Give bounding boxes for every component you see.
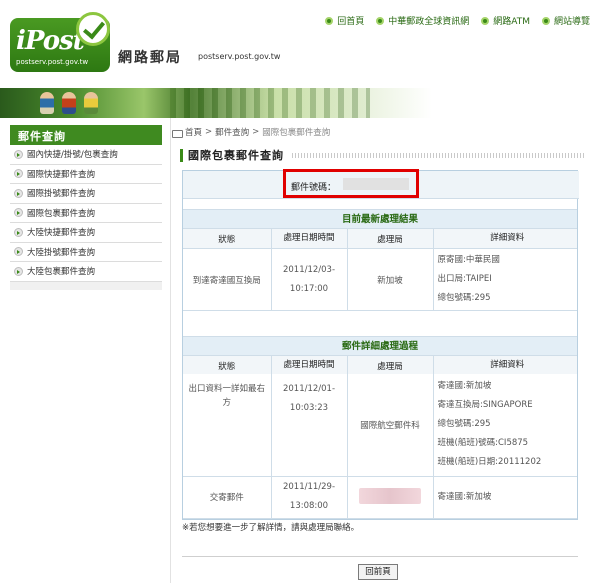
sidebar-item-domestic[interactable]: 國內快捷/掛號/包裹查詢 [10, 145, 162, 165]
arrow-icon [14, 266, 23, 276]
site-name: 網路郵局 [118, 50, 182, 66]
contact-note: ※若您想要進一步了解詳情，請與處理局聯絡。 [182, 523, 360, 533]
nav-atm-link[interactable]: 網路ATM [481, 14, 530, 27]
forest-banner [0, 88, 600, 118]
nav-sitemap-link[interactable]: 網站導覽 [541, 14, 590, 27]
nav-chunghwa-post-link[interactable]: 中華郵政全球資訊網 [376, 14, 469, 27]
sidebar-item-china-express[interactable]: 大陸快捷郵件查詢 [10, 223, 162, 243]
nav-label: 網路ATM [493, 17, 530, 27]
logo-subtext: postserv.post.gov.tw [16, 58, 89, 66]
green-bullet-icon [481, 16, 490, 25]
arrow-icon [14, 247, 23, 257]
main-footer-area: ※若您想要進一步了解詳情，請與處理局聯絡。 回前頁 [172, 118, 592, 583]
checkmark-icon [76, 12, 110, 46]
arrow-icon [14, 149, 23, 159]
green-bullet-icon [541, 16, 550, 25]
nav-label: 網站導覽 [553, 17, 590, 27]
sidebar-item-label: 國際包裹郵件查詢 [27, 208, 96, 219]
arrow-icon [14, 227, 23, 237]
sidebar-title: 郵件查詢 [10, 125, 162, 145]
sidebar-item-china-parcel[interactable]: 大陸包裹郵件查詢 [10, 262, 162, 282]
sidebar-item-label: 國際掛號郵件查詢 [27, 189, 96, 200]
back-button[interactable]: 回前頁 [358, 564, 398, 580]
sidebar-item-label: 大陸包裹郵件查詢 [27, 267, 96, 278]
arrow-icon [14, 169, 23, 179]
sidebar: 郵件查詢 國內快捷/掛號/包裹查詢 國際快捷郵件查詢 國際掛號郵件查詢 國際包裹… [10, 125, 162, 290]
sidebar-item-label: 大陸快捷郵件查詢 [27, 228, 96, 239]
sidebar-footer [10, 281, 162, 290]
banner-trees [170, 88, 370, 118]
sidebar-item-intl-registered[interactable]: 國際掛號郵件查詢 [10, 184, 162, 204]
site-header: iPost postserv.post.gov.tw 網路郵局 postserv… [0, 0, 600, 88]
nav-label: 回首頁 [337, 17, 365, 27]
column-divider [170, 118, 171, 583]
arrow-icon [14, 208, 23, 218]
ipost-logo[interactable]: iPost postserv.post.gov.tw [10, 12, 110, 72]
sidebar-item-label: 大陸掛號郵件查詢 [27, 247, 96, 258]
logo-text: iPost [16, 26, 85, 56]
child-figure [84, 92, 98, 114]
sidebar-item-intl-express[interactable]: 國際快捷郵件查詢 [10, 164, 162, 184]
nav-label: 中華郵政全球資訊網 [388, 17, 470, 27]
green-bullet-icon [376, 16, 385, 25]
bottom-divider [182, 556, 578, 557]
sidebar-item-china-registered[interactable]: 大陸掛號郵件查詢 [10, 242, 162, 262]
child-figure [62, 92, 76, 114]
arrow-icon [14, 188, 23, 198]
sidebar-item-label: 國際快捷郵件查詢 [27, 169, 96, 180]
child-figure [40, 92, 54, 114]
sidebar-item-label: 國內快捷/掛號/包裹查詢 [27, 150, 118, 161]
site-url: postserv.post.gov.tw [198, 52, 281, 61]
top-nav: 回首頁 中華郵政全球資訊網 網路ATM 網站導覽 [325, 14, 590, 27]
green-bullet-icon [325, 16, 334, 25]
sidebar-item-intl-parcel[interactable]: 國際包裹郵件查詢 [10, 203, 162, 223]
nav-home-link[interactable]: 回首頁 [325, 14, 364, 27]
